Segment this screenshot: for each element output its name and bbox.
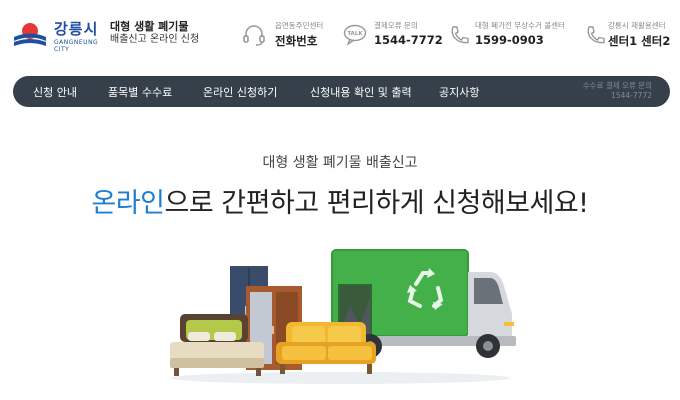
gangneung-logo[interactable]: 강릉시 GANGNEUNG CITY [10, 18, 100, 53]
phone-icon [587, 26, 605, 44]
nav-fee-inquiry: 수수료 결제 오류 문의 1544-7772 [583, 81, 652, 101]
contact-payment-error[interactable]: TALK 결제오류 문의 1544-7772 [343, 20, 443, 50]
nav-item-fees[interactable]: 품목별 수수료 [108, 84, 172, 100]
contact-label: 결제오류 문의 [374, 21, 418, 30]
hero-title: 온라인으로 간편하고 편리하게 신청해보세요! [0, 181, 680, 220]
nav-item-check-print[interactable]: 신청내용 확인 및 출력 [310, 84, 412, 100]
nav-item-notices[interactable]: 공지사항 [439, 84, 479, 100]
talk-bubble-icon: TALK [343, 24, 367, 46]
headset-icon [243, 25, 265, 46]
main-nav: 신청 안내 품목별 수수료 온라인 신청하기 신청내용 확인 및 출력 공지사항… [13, 76, 670, 107]
header: 강릉시 GANGNEUNG CITY 대형 생활 폐기물 배출신고 온라인 신청… [0, 0, 680, 76]
contact-value: 센터1 센터2 [608, 34, 671, 48]
nav-fee-label: 수수료 결제 오류 문의 [582, 81, 652, 90]
service-title-line1: 대형 생활 폐기물 [110, 20, 189, 33]
contact-label: 강릉시 재활용센터 [608, 21, 666, 30]
hero-subtitle: 대형 생활 폐기물 배출신고 [262, 155, 418, 171]
hero-illustration [170, 249, 516, 384]
contact-value: 전화번호 [275, 34, 318, 48]
hero-title-rest: 으로 간편하고 편리하게 신청해보세요! [164, 188, 590, 219]
logo-text: 강릉시 [54, 20, 99, 38]
service-title-line2: 배출신고 온라인 신청 [110, 34, 200, 45]
hero-title-highlight: 온라인 [91, 188, 165, 219]
contact-label: 읍면동주민센터 [275, 21, 324, 30]
contact-appliance-callcenter[interactable]: 대형 폐가전 무상수거 콜센터 1599-0903 [448, 20, 568, 50]
logo-english-text: GANGNEUNG CITY [54, 39, 99, 53]
contact-recycling-center[interactable]: 강릉시 재활용센터 센터1 센터2 [584, 20, 680, 50]
contact-value: 1599-0903 [475, 33, 544, 47]
nav-item-guide[interactable]: 신청 안내 [33, 84, 77, 100]
gangneung-emblem-icon [14, 23, 46, 46]
nav-item-apply-online[interactable]: 온라인 신청하기 [203, 84, 277, 100]
nav-fee-number: 1544-7772 [611, 91, 652, 100]
contact-community-center[interactable]: 읍면동주민센터 전화번호 [242, 20, 338, 50]
svg-text:TALK: TALK [347, 31, 363, 37]
phone-icon [451, 26, 469, 44]
contact-value: 1544-7772 [374, 33, 443, 47]
service-title: 대형 생활 폐기물 배출신고 온라인 신청 [110, 20, 199, 46]
contact-label: 대형 폐가전 무상수거 콜센터 [475, 21, 565, 30]
